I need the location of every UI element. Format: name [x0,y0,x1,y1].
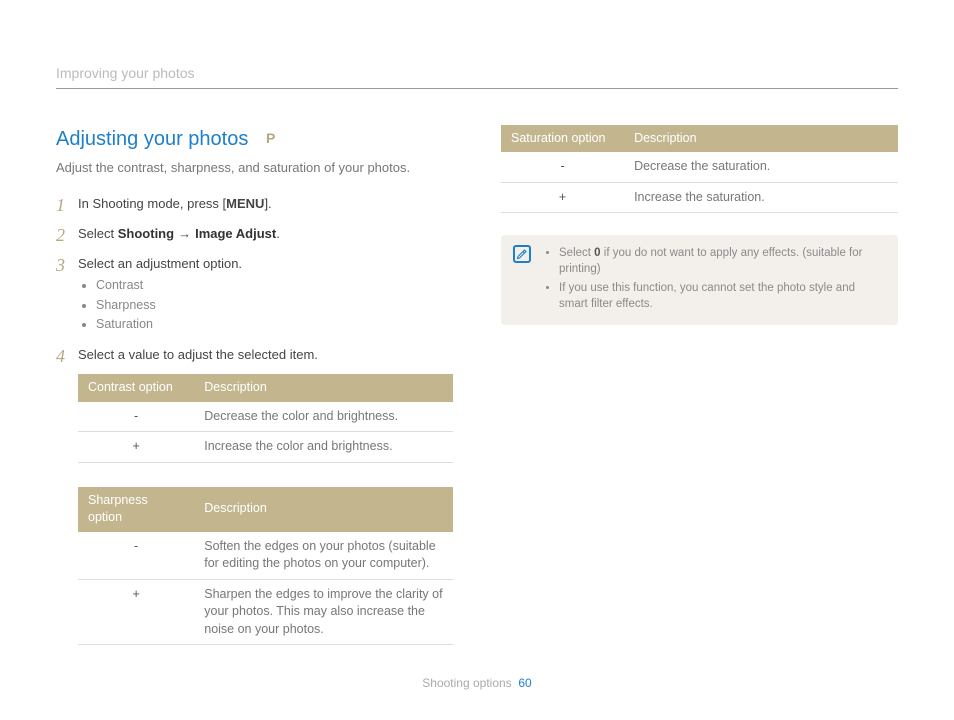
footer-section: Shooting options [422,676,511,690]
sharpness-table: Sharpness option Description - Soften th… [78,487,453,646]
step-2: Select Shooting→Image Adjust. [56,225,453,243]
cell-opt: + [501,182,624,213]
cell-desc: Soften the edges on your photos (suitabl… [194,532,453,580]
page-footer: Shooting options 60 [0,675,954,692]
step-1-pre: In Shooting mode, press [ [78,196,226,211]
page-title: Adjusting your photos [56,128,248,150]
cell-opt: - [501,152,624,182]
cell-desc: Increase the saturation. [624,182,898,213]
saturation-h1: Saturation option [501,125,624,153]
cell-opt: - [78,402,194,432]
note-1: Select 0 if you do not want to apply any… [559,245,884,277]
breadcrumb: Improving your photos [56,65,195,81]
step-3-options: Contrast Sharpness Saturation [78,277,453,334]
step-2-b1: Shooting [118,226,174,241]
left-column: Adjusting your photos P Adjust the contr… [56,125,453,657]
table-row: - Decrease the color and brightness. [78,402,453,432]
cell-desc: Decrease the color and brightness. [194,402,453,432]
step-4-text: Select a value to adjust the selected it… [78,347,318,362]
mode-badge: P [266,129,275,149]
table-row: - Soften the edges on your photos (suita… [78,532,453,580]
cell-desc: Decrease the saturation. [624,152,898,182]
step-2-post: . [276,226,280,241]
cell-opt: + [78,579,194,645]
contrast-h1: Contrast option [78,374,194,402]
table-row: - Decrease the saturation. [501,152,898,182]
table-row: + Increase the color and brightness. [78,432,453,463]
cell-opt: + [78,432,194,463]
note-2: If you use this function, you cannot set… [559,280,884,312]
note-box: Select 0 if you do not want to apply any… [501,235,898,325]
step-1-post: ]. [264,196,271,211]
note-icon [513,245,531,263]
cell-desc: Increase the color and brightness. [194,432,453,463]
page-number: 60 [518,676,531,690]
arrow-icon: → [174,226,195,241]
step-3-text: Select an adjustment option. [78,256,242,271]
note-1-pre: Select [559,247,594,259]
contrast-table: Contrast option Description - Decrease t… [78,374,453,463]
note-1-post: if you do not want to apply any effects.… [559,247,862,275]
saturation-table: Saturation option Description - Decrease… [501,125,898,214]
intro-text: Adjust the contrast, sharpness, and satu… [56,159,453,177]
table-row: + Increase the saturation. [501,182,898,213]
menu-label: MENU [226,196,264,211]
cell-desc: Sharpen the edges to improve the clarity… [194,579,453,645]
sharpness-h2: Description [194,487,453,532]
saturation-h2: Description [624,125,898,153]
step-1: In Shooting mode, press [MENU]. [56,195,453,213]
sharpness-h1: Sharpness option [78,487,194,532]
opt-contrast: Contrast [96,277,453,295]
step-2-b2: Image Adjust [195,226,276,241]
table-row: + Sharpen the edges to improve the clari… [78,579,453,645]
opt-saturation: Saturation [96,316,453,334]
step-2-pre: Select [78,226,118,241]
step-3: Select an adjustment option. Contrast Sh… [56,255,453,334]
opt-sharpness: Sharpness [96,297,453,315]
cell-opt: - [78,532,194,580]
page-header: Improving your photos [56,64,898,89]
heading-row: Adjusting your photos P [56,125,453,153]
step-4: Select a value to adjust the selected it… [56,346,453,645]
right-column: Saturation option Description - Decrease… [501,125,898,657]
contrast-h2: Description [194,374,453,402]
steps-list: In Shooting mode, press [MENU]. Select S… [56,195,453,645]
